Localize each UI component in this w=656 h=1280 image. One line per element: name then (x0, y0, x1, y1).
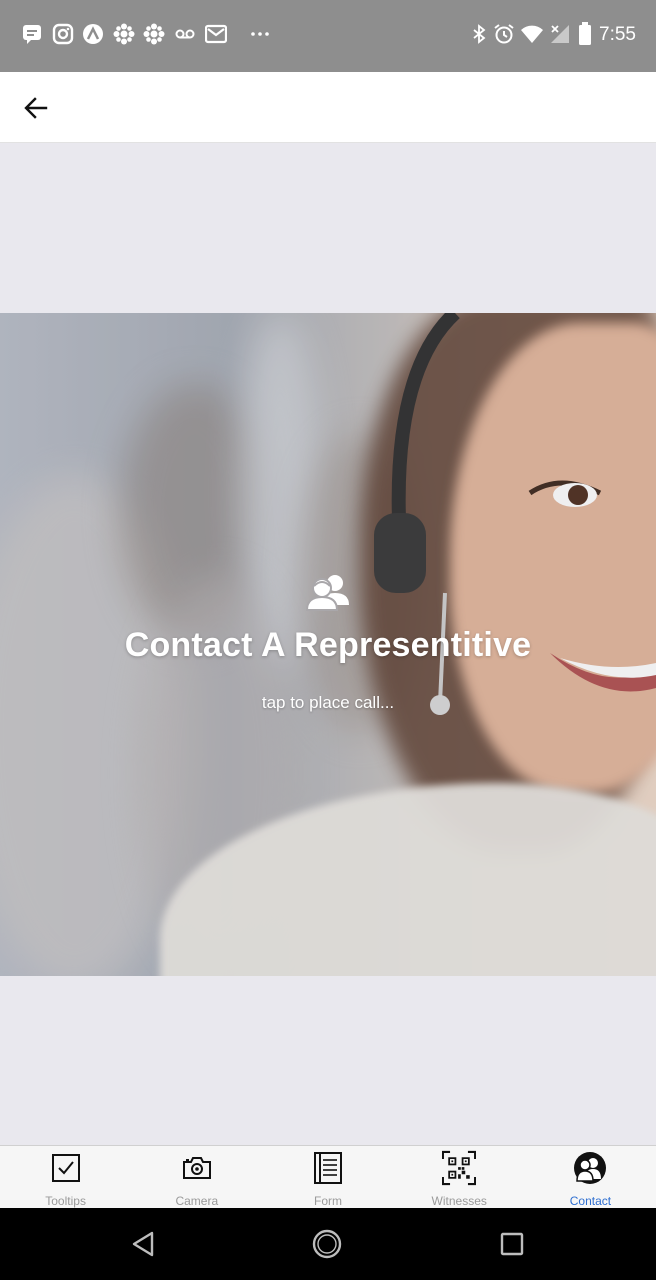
message-icon (20, 22, 44, 46)
contact-people-icon (573, 1151, 607, 1185)
nav-item-camera[interactable]: Camera (131, 1146, 262, 1208)
recents-square-icon (500, 1232, 524, 1256)
app-bar (0, 72, 656, 143)
bluetooth-icon (467, 22, 491, 46)
contact-representative-banner[interactable]: Contact A Representitive tap to place ca… (0, 313, 656, 976)
qr-code-icon (442, 1150, 477, 1186)
status-time: 7:55 (599, 24, 636, 45)
nav-label: Contact (569, 1194, 612, 1208)
home-circle-icon (312, 1229, 342, 1259)
camera-icon (180, 1151, 214, 1185)
instagram-icon (51, 22, 75, 46)
system-back-button[interactable] (127, 1228, 159, 1260)
system-nav-bar (0, 1208, 656, 1280)
nav-item-form[interactable]: Form (262, 1146, 393, 1208)
banner-subtitle: tap to place call... (261, 693, 395, 712)
checkbox-icon (49, 1151, 83, 1185)
nav-label: Form (314, 1194, 342, 1208)
voicemail-icon (173, 22, 197, 46)
back-button[interactable] (16, 88, 56, 128)
cbc-icon (112, 22, 136, 46)
nav-label: Witnesses (431, 1194, 487, 1208)
signal-icon (548, 22, 572, 46)
banner-title: Contact A Representitive (124, 626, 532, 664)
arc-icon (81, 22, 105, 46)
more-dots-icon (248, 22, 272, 46)
nav-item-contact[interactable]: Contact (525, 1146, 656, 1208)
gmail-icon (204, 22, 228, 46)
battery-icon (573, 22, 597, 46)
bottom-nav: Tooltips Camera Form Witnesses Contact (0, 1145, 656, 1208)
form-icon (311, 1151, 345, 1185)
nav-item-tooltips[interactable]: Tooltips (0, 1146, 131, 1208)
system-home-button[interactable] (311, 1228, 343, 1260)
banner-content: Contact A Representitive tap to place ca… (0, 571, 656, 713)
back-triangle-icon (132, 1231, 154, 1257)
nav-item-witnesses[interactable]: Witnesses (394, 1146, 525, 1208)
nav-label: Camera (175, 1194, 219, 1208)
nav-label: Tooltips (45, 1194, 86, 1208)
arrow-left-icon (24, 97, 48, 119)
alarm-icon (492, 22, 516, 46)
cbc-icon (142, 22, 166, 46)
status-bar: 7:55 (0, 0, 656, 72)
system-recents-button[interactable] (496, 1228, 528, 1260)
support-agents-icon (305, 575, 349, 611)
wifi-icon (520, 22, 544, 46)
